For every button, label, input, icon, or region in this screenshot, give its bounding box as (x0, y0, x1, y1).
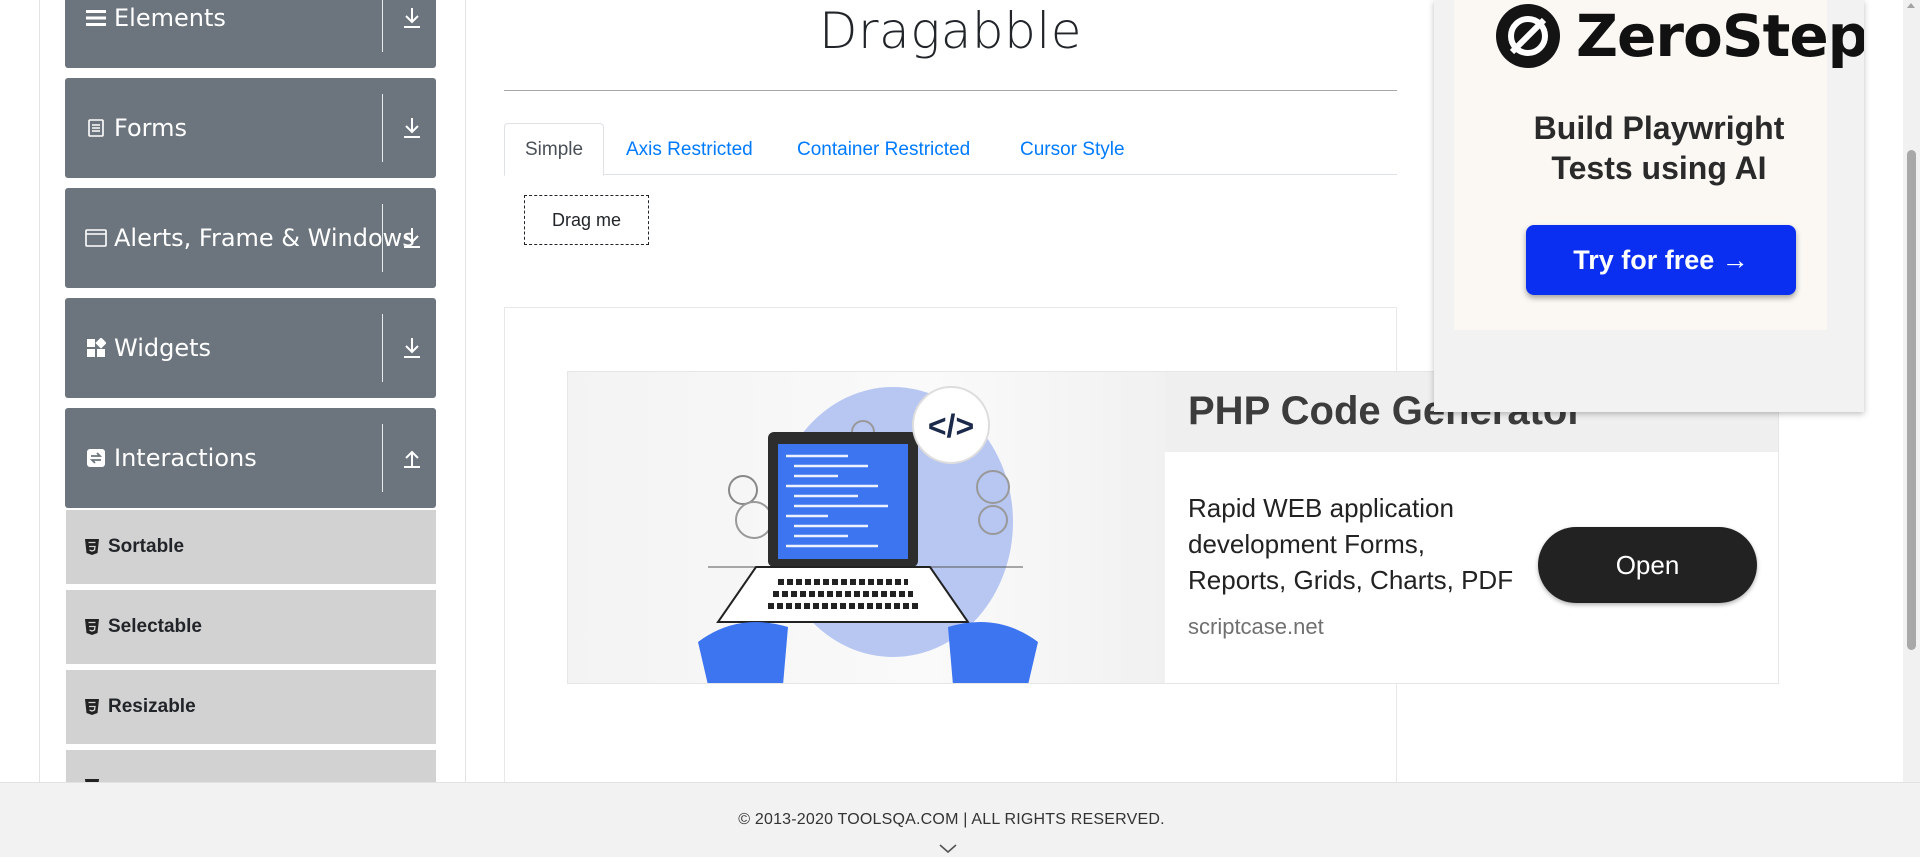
document-icon (85, 117, 107, 139)
separator (382, 204, 383, 272)
tab-container-restricted[interactable]: Container Restricted (777, 123, 990, 176)
interactions-icon (85, 447, 107, 469)
sidebar-group-alerts[interactable]: Alerts, Frame & Windows (65, 188, 436, 288)
separator (382, 94, 383, 162)
sidebar-group-label: Widgets (114, 334, 212, 362)
footer-copyright: © 2013-2020 TOOLSQA.COM | ALL RIGHTS RES… (738, 811, 1165, 828)
zerostep-ad[interactable]: ZeroStep Build Playwright Tests using AI… (1434, 0, 1864, 412)
sidebar-item-resizable[interactable]: Resizable (66, 670, 436, 747)
ad-url[interactable]: scriptcase.net (1188, 614, 1324, 640)
sidebar-item-label: Selectable (108, 616, 202, 637)
sidebar-item-selectable[interactable]: Selectable (66, 590, 436, 667)
tab-simple[interactable]: Simple (504, 123, 605, 176)
sidebar-group-interactions[interactable]: Interactions (65, 408, 436, 508)
sidebar-group-forms[interactable]: Forms (65, 78, 436, 178)
separator (382, 424, 383, 492)
try-for-free-button[interactable]: Try for free → (1526, 225, 1796, 295)
ad-body-text: Rapid WEB application development Forms,… (1188, 493, 1514, 595)
chevron-down-icon[interactable] (939, 841, 957, 857)
tab-cursor-style[interactable]: Cursor Style (1000, 123, 1145, 176)
zerostep-panel: ZeroStep Build Playwright Tests using AI… (1454, 0, 1864, 330)
page: Elements Forms Alerts, Frame & Windows W… (0, 0, 1920, 857)
ad-open-button[interactable]: Open (1538, 527, 1757, 603)
widgets-icon (85, 337, 107, 359)
vertical-scrollbar[interactable] (1903, 0, 1920, 782)
download-arrow-icon[interactable] (397, 3, 427, 33)
sidebar-group-widgets[interactable]: Widgets (65, 298, 436, 398)
scroll-up-arrow-icon[interactable] (1907, 3, 1915, 8)
left-divider (39, 0, 40, 782)
html5-icon (84, 618, 100, 636)
php-ad[interactable]: </> PHP Code Generator Rapid WEB applica… (567, 371, 1779, 684)
scrollbar-thumb[interactable] (1907, 150, 1916, 650)
html5-icon (84, 698, 100, 716)
window-icon (85, 227, 107, 249)
html5-icon (84, 538, 100, 556)
sidebar-item-label: Sortable (108, 536, 185, 557)
zerostep-brand: ZeroStep (1576, 2, 1864, 70)
draggable-box[interactable]: Drag me (524, 195, 649, 245)
sidebar-item-sortable[interactable]: Sortable (66, 510, 436, 587)
sidebar-group-label: Interactions (114, 444, 257, 472)
zerostep-tagline: Build Playwright Tests using AI (1533, 110, 1785, 186)
sidebar-item-label: Resizable (108, 696, 196, 717)
svg-text:</>: </> (928, 408, 974, 444)
download-arrow-icon[interactable] (397, 113, 427, 143)
hamburger-icon (85, 7, 107, 29)
sidebar-group-label: Alerts, Frame & Windows (114, 224, 415, 252)
title-divider (504, 90, 1397, 91)
download-arrow-icon[interactable] (397, 333, 427, 363)
sidebar-group-label: Elements (114, 4, 226, 32)
content-divider (465, 0, 466, 782)
tab-bar: Simple Axis Restricted Container Restric… (504, 123, 1397, 176)
separator (382, 0, 383, 52)
separator (382, 314, 383, 382)
page-title: Dragabble (819, 2, 1082, 60)
laptop-illustration: </> (568, 372, 1165, 683)
tab-axis-restricted[interactable]: Axis Restricted (606, 123, 773, 176)
upload-arrow-icon[interactable] (397, 443, 427, 473)
download-arrow-icon[interactable] (397, 223, 427, 253)
sidebar-group-elements[interactable]: Elements (65, 0, 436, 68)
zerostep-logo-icon (1494, 2, 1562, 70)
footer: © 2013-2020 TOOLSQA.COM | ALL RIGHTS RES… (0, 782, 1920, 857)
sidebar-group-label: Forms (114, 114, 187, 142)
